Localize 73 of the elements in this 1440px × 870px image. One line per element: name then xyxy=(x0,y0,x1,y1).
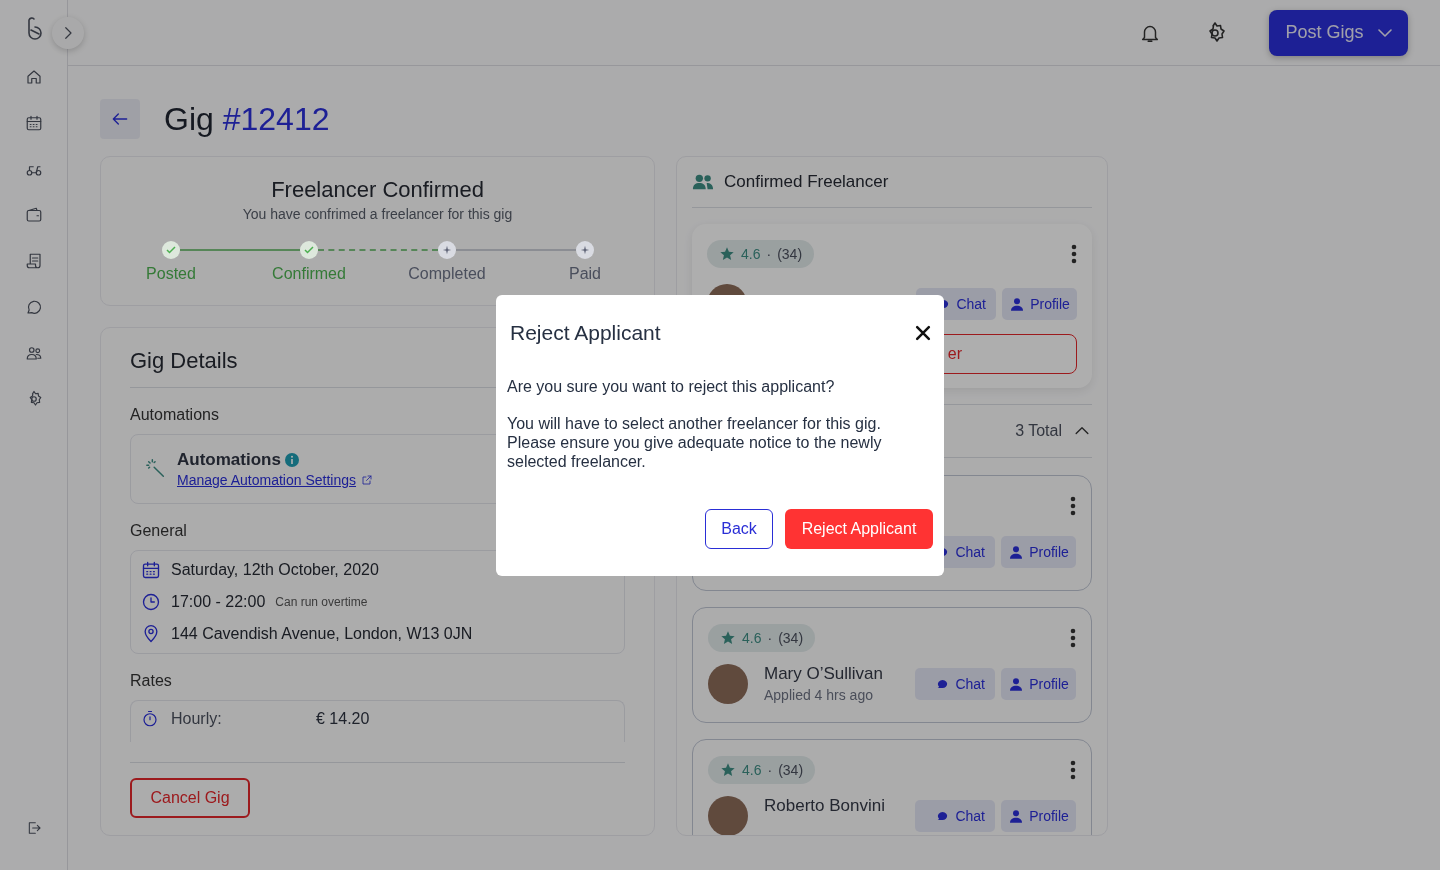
step-label: Paid xyxy=(569,265,601,283)
review-count: (34) xyxy=(778,630,804,646)
separator-dot: · xyxy=(767,762,773,778)
chat-icon xyxy=(24,298,43,316)
rating-value: 4.6 xyxy=(742,630,762,646)
separator-dot: · xyxy=(766,246,772,262)
more-options-icon[interactable] xyxy=(1071,244,1077,264)
post-gigs-button[interactable]: Post Gigs xyxy=(1269,9,1408,56)
section-title: Gig Details xyxy=(130,348,238,374)
receipt-icon xyxy=(24,252,43,270)
dialog-title: Reject Applicant xyxy=(510,321,661,345)
close-button[interactable] xyxy=(913,323,933,343)
profile-button[interactable]: Profile xyxy=(1002,288,1077,320)
rate-value: € 14.20 xyxy=(316,710,371,728)
chat-button[interactable]: Chat xyxy=(915,668,995,700)
star-icon xyxy=(719,246,735,262)
step-label: Completed xyxy=(408,265,486,283)
gig-date: Saturday, 12th October, 2020 xyxy=(171,561,379,579)
dialog-message: You will have to select another freelancer for this gig. Please ensure you give adequate notice to the newly selected freelancer. xyxy=(507,414,883,471)
wallet-icon xyxy=(24,206,43,224)
status-title: Freelancer Confirmed xyxy=(271,177,484,203)
external-link-icon xyxy=(361,474,373,486)
star-icon xyxy=(720,630,736,646)
more-options-icon[interactable] xyxy=(1070,628,1076,648)
applied-time: Applied 4 hrs ago xyxy=(764,687,874,703)
rating-value: 4.6 xyxy=(741,246,761,262)
freelancer-name: Roberto Bonvini xyxy=(764,796,886,816)
avatar-placeholder xyxy=(708,664,748,704)
person-icon xyxy=(1009,296,1026,312)
review-count: (34) xyxy=(777,246,803,262)
more-options-icon[interactable] xyxy=(1070,496,1076,516)
gig-time: 17:00 - 22:00 xyxy=(171,593,266,611)
profile-button[interactable]: Profile xyxy=(1001,800,1076,832)
status-subtitle: You have confrimed a freelancer for this gig xyxy=(242,206,513,222)
home-icon xyxy=(24,68,43,86)
reject-applicant-button[interactable]: Reject Applicant xyxy=(785,509,933,549)
page-title: Gig #12412 xyxy=(164,100,330,138)
star-icon xyxy=(720,762,736,778)
rate-label: Hourly: xyxy=(171,710,223,728)
section-heading: Automations xyxy=(130,406,219,424)
section-title: Confirmed Freelancer xyxy=(724,172,889,192)
people-icon xyxy=(24,344,43,362)
chat-button[interactable]: Chat xyxy=(915,800,995,832)
rating-value: 4.6 xyxy=(742,762,762,778)
magic-wand-icon xyxy=(145,458,167,480)
cancel-gig-button[interactable]: Cancel Gig xyxy=(130,778,250,818)
separator-dot: · xyxy=(767,630,773,646)
person-icon xyxy=(1008,544,1025,560)
manage-automation-link[interactable]: Manage Automation Settings xyxy=(177,472,356,488)
person-icon xyxy=(1008,808,1025,824)
applicant-total: 3 Total xyxy=(1015,422,1062,440)
freelancer-name: Mary O’Sullivan xyxy=(764,664,885,684)
dialog-message: Are you sure you want to reject this applicant? xyxy=(507,377,836,396)
review-count: (34) xyxy=(778,762,804,778)
more-options-icon[interactable] xyxy=(1070,760,1076,780)
section-heading: Rates xyxy=(130,672,172,690)
step-label: Posted xyxy=(146,265,196,283)
back-button[interactable] xyxy=(100,99,140,139)
stopwatch-icon xyxy=(141,710,159,728)
back-button[interactable]: Back xyxy=(705,509,773,549)
automation-title: Automations xyxy=(177,450,281,470)
info-icon xyxy=(284,453,299,467)
step-label: Confirmed xyxy=(272,265,346,283)
overtime-note: Can run overtime xyxy=(275,595,368,609)
clock-icon xyxy=(141,592,161,612)
avatar-placeholder xyxy=(708,796,748,835)
calendar-icon xyxy=(24,114,43,132)
person-icon xyxy=(1008,676,1025,692)
calendar-icon xyxy=(141,560,161,580)
gig-address: 144 Cavendish Avenue, London, W13 0JN xyxy=(171,625,473,643)
profile-button[interactable]: Profile xyxy=(1001,668,1076,700)
profile-button[interactable]: Profile xyxy=(1001,536,1076,568)
section-heading: General xyxy=(130,522,187,540)
